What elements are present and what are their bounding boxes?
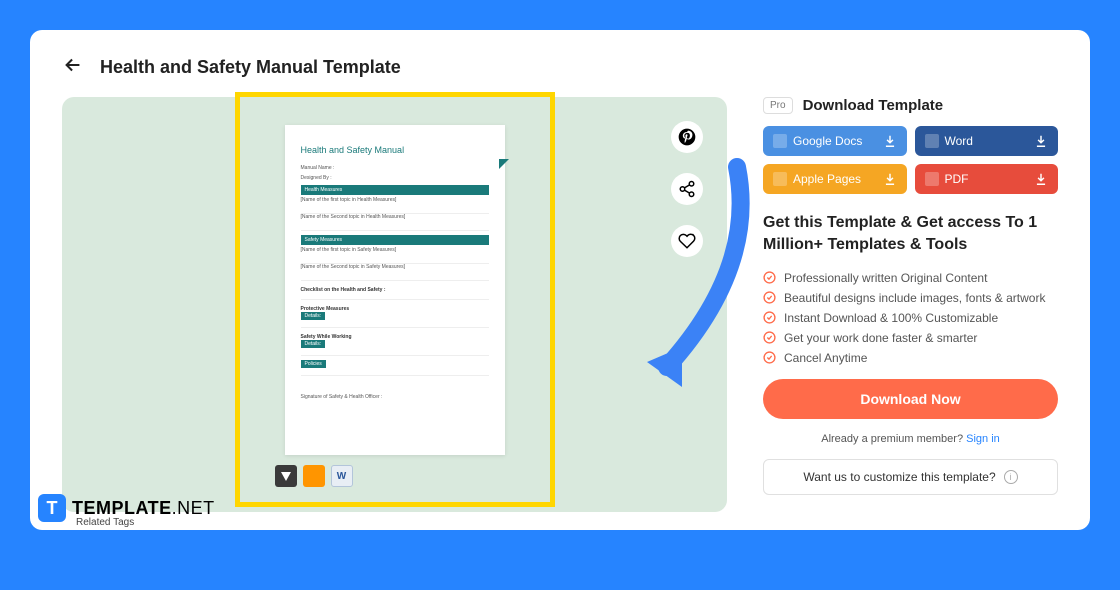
doc-field: Manual Name :: [301, 165, 489, 171]
related-tags-label: Related Tags: [76, 517, 134, 528]
check-icon: [763, 311, 776, 324]
check-icon: [763, 291, 776, 304]
feature-item: Get your work done faster & smarter: [763, 331, 1058, 345]
check-icon: [763, 351, 776, 364]
format-icons-row: W: [275, 465, 353, 487]
logo-bold: TEMPLATE: [72, 498, 172, 518]
logo-text: TEMPLATE.NET: [72, 498, 215, 519]
format-label: Apple Pages: [793, 172, 861, 186]
doc-signature: Signature of Safety & Health Officer :: [301, 394, 489, 400]
check-icon: [763, 331, 776, 344]
download-icon: [1034, 172, 1048, 186]
download-icon: [883, 172, 897, 186]
word-icon: W: [331, 465, 353, 487]
format-button-word[interactable]: Word: [915, 126, 1059, 156]
file-icon: [925, 134, 939, 148]
pdf-icon: [275, 465, 297, 487]
customize-button[interactable]: Want us to customize this template? i: [763, 459, 1058, 495]
feature-list: Professionally written Original Content B…: [763, 271, 1058, 365]
format-label: Word: [945, 134, 973, 148]
signin-row: Already a premium member? Sign in: [763, 433, 1058, 445]
pinterest-icon[interactable]: [671, 121, 703, 153]
doc-button: Details:: [301, 312, 326, 320]
document-preview: Health and Safety Manual Manual Name : D…: [285, 125, 505, 455]
preview-panel: Health and Safety Manual Manual Name : D…: [62, 97, 727, 512]
format-button-google-docs[interactable]: Google Docs: [763, 126, 907, 156]
format-label: PDF: [945, 172, 969, 186]
doc-sub: [Name of the first topic in Safety Measu…: [301, 247, 489, 253]
doc-row: [301, 321, 489, 328]
customize-label: Want us to customize this template?: [803, 470, 995, 484]
doc-row: [301, 207, 489, 214]
share-actions: [671, 121, 703, 257]
check-icon: [763, 271, 776, 284]
format-button-apple-pages[interactable]: Apple Pages: [763, 164, 907, 194]
doc-sub: [Name of the first topic in Health Measu…: [301, 197, 489, 203]
cta-title: Get this Template & Get access To 1 Mill…: [763, 212, 1058, 257]
feature-item: Cancel Anytime: [763, 351, 1058, 365]
header: Health and Safety Manual Template: [62, 54, 1058, 81]
feature-item: Beautiful designs include images, fonts …: [763, 291, 1058, 305]
doc-section: Safety While Working: [301, 334, 489, 340]
heart-icon[interactable]: [671, 225, 703, 257]
page-title: Health and Safety Manual Template: [100, 57, 401, 78]
page-container: Health and Safety Manual Template Health…: [30, 30, 1090, 530]
feature-item: Professionally written Original Content: [763, 271, 1058, 285]
doc-row: [301, 369, 489, 376]
download-now-button[interactable]: Download Now: [763, 379, 1058, 419]
file-icon: [925, 172, 939, 186]
feature-text: Professionally written Original Content: [784, 271, 987, 285]
logo-icon: T: [38, 494, 66, 522]
doc-row: [301, 274, 489, 281]
doc-section: Protective Measures: [301, 306, 489, 312]
file-icon: [773, 172, 787, 186]
highlight-frame: Health and Safety Manual Manual Name : D…: [235, 92, 555, 507]
feature-text: Beautiful designs include images, fonts …: [784, 291, 1045, 305]
feature-item: Instant Download & 100% Customizable: [763, 311, 1058, 325]
doc-title: Health and Safety Manual: [301, 145, 489, 155]
doc-section-bar: Safety Measures: [301, 235, 489, 245]
signin-prefix: Already a premium member?: [821, 433, 966, 445]
back-arrow-icon[interactable]: [62, 54, 84, 81]
doc-sub: [Name of the Second topic in Health Meas…: [301, 214, 489, 220]
page-fold-icon: [499, 159, 509, 169]
doc-button: Details:: [301, 340, 326, 348]
file-icon: [773, 134, 787, 148]
download-panel: Pro Download Template Google Docs Word App…: [763, 97, 1058, 512]
doc-field: Designed By :: [301, 175, 489, 181]
format-label: Google Docs: [793, 134, 862, 148]
content-row: Health and Safety Manual Manual Name : D…: [62, 97, 1058, 512]
pages-icon: [303, 465, 325, 487]
download-icon: [1034, 134, 1048, 148]
logo-net: .NET: [172, 498, 215, 518]
pro-row: Pro Download Template: [763, 97, 1058, 114]
share-icon[interactable]: [671, 173, 703, 205]
format-grid: Google Docs Word Apple Pages PDF: [763, 126, 1058, 194]
feature-text: Cancel Anytime: [784, 351, 867, 365]
pro-badge: Pro: [763, 97, 793, 114]
doc-row: [301, 293, 489, 300]
feature-text: Get your work done faster & smarter: [784, 331, 977, 345]
doc-sub: [Name of the Second topic in Safety Meas…: [301, 264, 489, 270]
format-button-pdf[interactable]: PDF: [915, 164, 1059, 194]
download-icon: [883, 134, 897, 148]
feature-text: Instant Download & 100% Customizable: [784, 311, 998, 325]
doc-button: Policies: [301, 360, 326, 368]
doc-row: [301, 257, 489, 264]
signin-link[interactable]: Sign in: [966, 433, 1000, 445]
doc-row: [301, 349, 489, 356]
download-title: Download Template: [803, 97, 944, 114]
doc-section-bar: Health Measures: [301, 185, 489, 195]
doc-row: [301, 224, 489, 231]
info-icon: i: [1004, 470, 1018, 484]
